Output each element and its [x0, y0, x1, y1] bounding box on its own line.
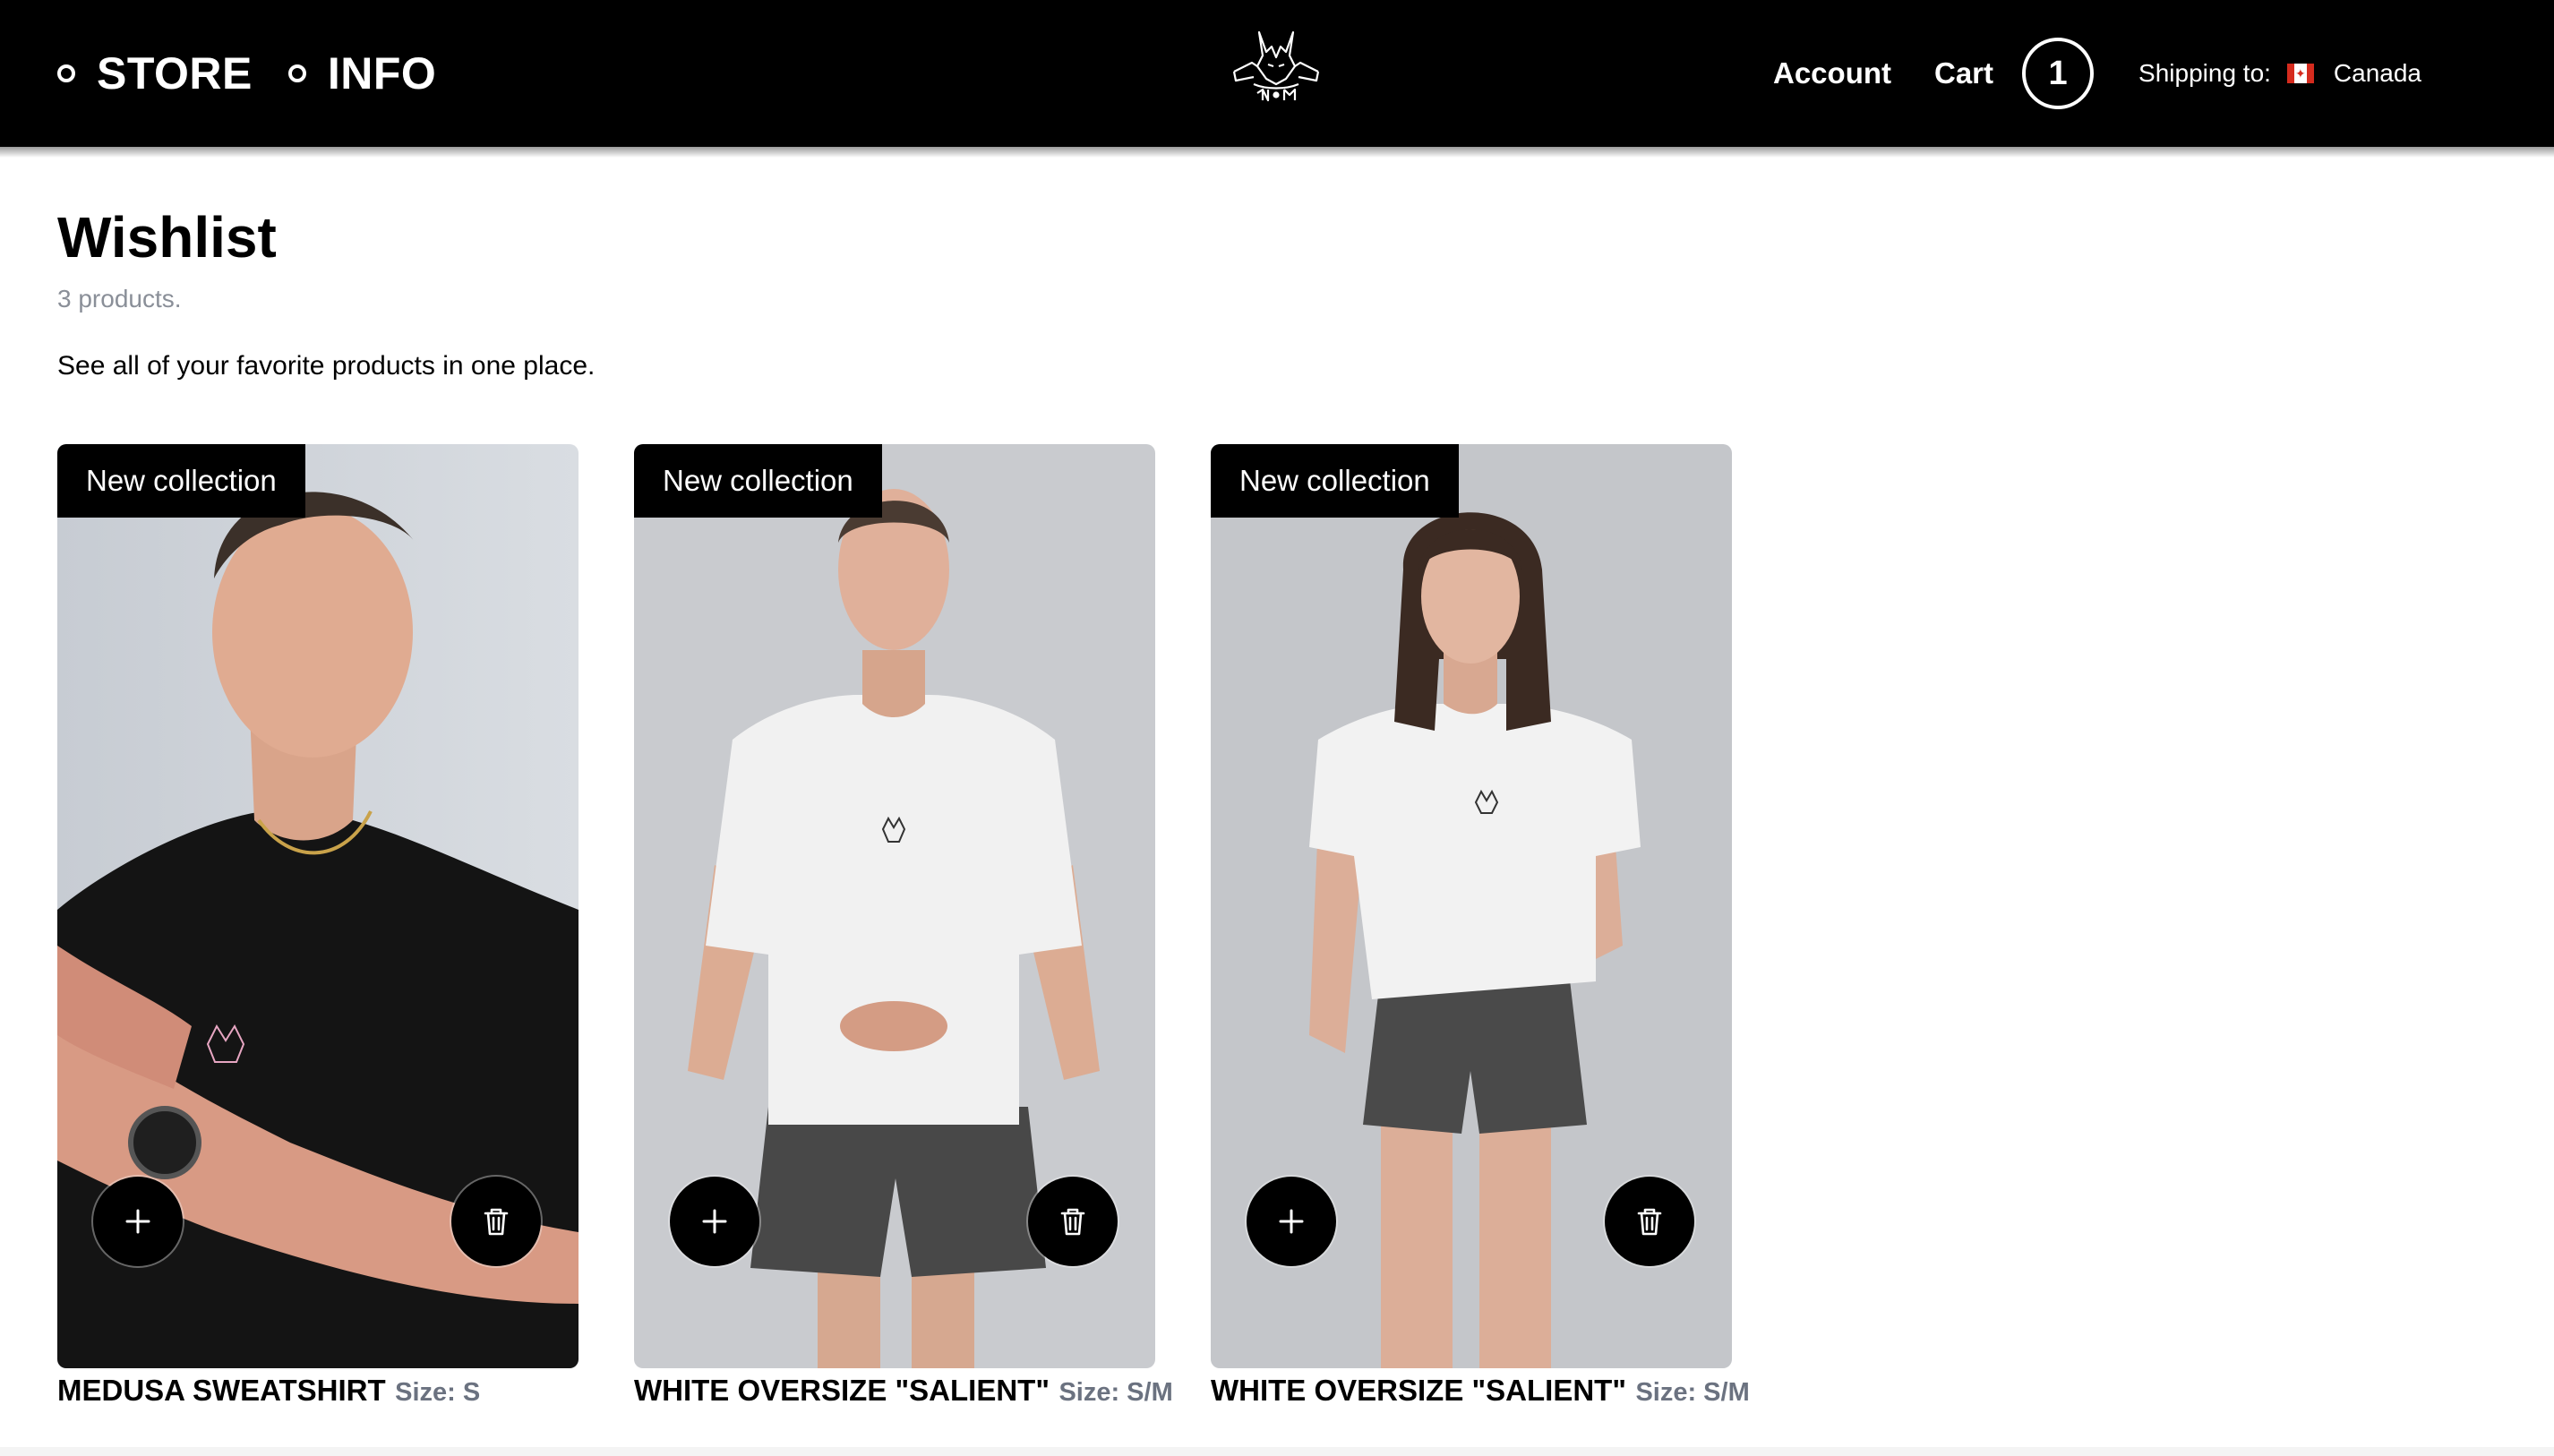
shipping-selector[interactable]: Shipping to: ✦ Canada — [2138, 59, 2421, 88]
product-size: Size: S/M — [1635, 1378, 1750, 1407]
page-description: See all of your favorite products in one… — [57, 351, 596, 381]
new-collection-badge: New collection — [1211, 444, 1459, 518]
cart-count-badge[interactable]: 1 — [2022, 38, 2095, 109]
remove-from-wishlist-button[interactable] — [451, 1177, 541, 1266]
product-caption: WHITE OVERSIZE "SALIENT" Size: S/M — [634, 1374, 1173, 1408]
plus-icon — [125, 1209, 150, 1234]
header-divider — [0, 147, 2554, 158]
remove-from-wishlist-button[interactable] — [1028, 1177, 1118, 1266]
shipping-label: Shipping to: — [2138, 59, 2271, 87]
trash-icon — [484, 1208, 509, 1236]
wishlist-card: New collection WHITE OVERSIZE "SALIENT" … — [634, 444, 1173, 1408]
doberman-logo-icon[interactable] — [1227, 25, 1325, 107]
new-collection-badge: New collection — [57, 444, 305, 518]
add-to-cart-button[interactable] — [670, 1177, 759, 1266]
shipping-country: Canada — [2333, 59, 2422, 87]
wishlist-card: New collection WHITE OVERSIZE "SALIENT" … — [1211, 444, 1750, 1408]
account-link[interactable]: Account — [1773, 56, 1891, 90]
product-name[interactable]: WHITE OVERSIZE "SALIENT" — [634, 1374, 1050, 1407]
plus-icon — [1279, 1209, 1304, 1234]
nav-store-label: STORE — [97, 48, 253, 98]
product-size: Size: S — [395, 1378, 481, 1407]
product-size: Size: S/M — [1058, 1378, 1173, 1407]
new-collection-badge: New collection — [634, 444, 882, 518]
product-caption: MEDUSA SWEATSHIRT Size: S — [57, 1374, 579, 1408]
product-caption: WHITE OVERSIZE "SALIENT" Size: S/M — [1211, 1374, 1750, 1408]
product-image[interactable]: New collection — [634, 444, 1155, 1368]
site-header: STORE INFO Account Cart 1 Shipping to: ✦ — [0, 0, 2554, 147]
page-title: Wishlist — [57, 205, 277, 270]
page-footer-edge — [0, 1447, 2554, 1456]
nav-store[interactable]: STORE — [57, 47, 253, 99]
nav-info-label: INFO — [327, 48, 437, 98]
canada-flag-icon: ✦ — [2286, 64, 2314, 83]
trash-icon — [1637, 1208, 1662, 1236]
trash-icon — [1060, 1208, 1085, 1236]
product-name[interactable]: WHITE OVERSIZE "SALIENT" — [1211, 1374, 1626, 1407]
nav-info-dot-icon — [287, 64, 306, 82]
product-name[interactable]: MEDUSA SWEATSHIRT — [57, 1374, 386, 1407]
remove-from-wishlist-button[interactable] — [1605, 1177, 1694, 1266]
header-actions: Account Cart 1 Shipping to: ✦ Canada — [1773, 0, 2421, 147]
plus-icon — [702, 1209, 727, 1234]
add-to-cart-button[interactable] — [93, 1177, 183, 1266]
product-image[interactable]: New collection — [1211, 444, 1732, 1368]
cart-link[interactable]: Cart — [1934, 56, 1993, 90]
main-nav: STORE INFO — [57, 0, 472, 147]
product-count: 3 products. — [57, 285, 182, 313]
wishlist-card: New collection MEDUSA SWEATSHIRT Size: S — [57, 444, 579, 1408]
add-to-cart-button[interactable] — [1247, 1177, 1336, 1266]
nav-info[interactable]: INFO — [287, 47, 437, 99]
product-image[interactable]: New collection — [57, 444, 579, 1368]
nav-store-dot-icon — [57, 64, 75, 82]
